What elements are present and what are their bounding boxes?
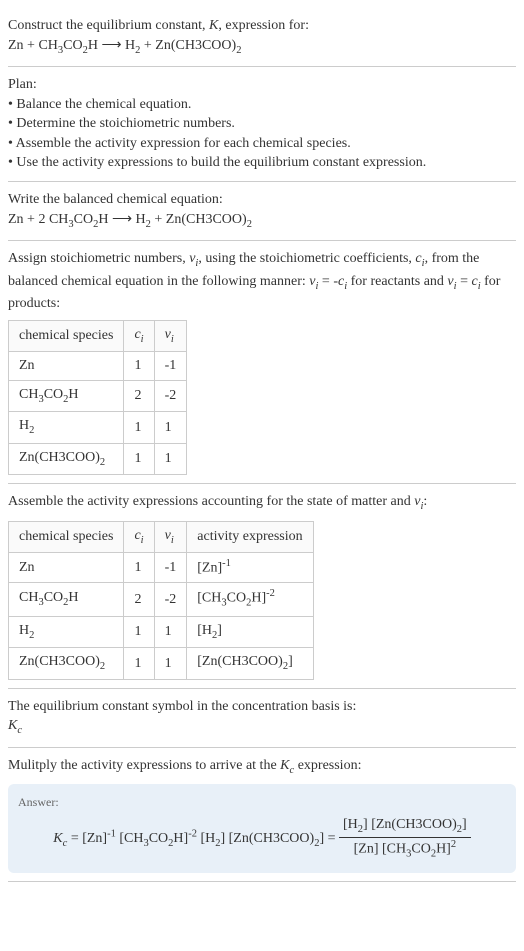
intro-section: Construct the equilibrium constant, K, e… xyxy=(8,8,516,67)
stoich-intro: Assign stoichiometric numbers, νi, using… xyxy=(8,249,516,314)
cell-expr: [Zn]-1 xyxy=(187,553,313,583)
col-nu: νi xyxy=(154,320,187,351)
table-header-row: chemical species ci νi activity expressi… xyxy=(9,521,314,552)
cell-nu: 1 xyxy=(154,443,187,474)
plan-item: • Assemble the activity expression for e… xyxy=(8,134,516,154)
symbol-kc: Kc xyxy=(8,716,516,738)
plan-item: • Use the activity expressions to build … xyxy=(8,153,516,173)
cell-nu: -1 xyxy=(154,352,187,381)
table-row: Zn 1 -1 xyxy=(9,352,187,381)
cell-c: 1 xyxy=(124,553,154,583)
cell-nu: -1 xyxy=(154,553,187,583)
cell-c: 1 xyxy=(124,412,154,443)
cell-expr: [H2] xyxy=(187,616,313,647)
symbol-text: The equilibrium constant symbol in the c… xyxy=(8,697,516,717)
table-row: H2 1 1 xyxy=(9,412,187,443)
plan-section: Plan: • Balance the chemical equation. •… xyxy=(8,67,516,182)
table-row: H2 1 1 [H2] xyxy=(9,616,314,647)
intro-title: Construct the equilibrium constant, K, e… xyxy=(8,16,516,36)
cell-species: Zn(CH3COO)2 xyxy=(9,443,124,474)
cell-species: CH3CO2H xyxy=(9,583,124,616)
col-c: ci xyxy=(124,320,154,351)
activity-table: chemical species ci νi activity expressi… xyxy=(8,521,314,680)
cell-c: 1 xyxy=(124,616,154,647)
cell-nu: 1 xyxy=(154,616,187,647)
cell-nu: -2 xyxy=(154,380,187,411)
plan-heading: Plan: xyxy=(8,75,516,95)
table-row: Zn(CH3COO)2 1 1 xyxy=(9,443,187,474)
table-row: Zn(CH3COO)2 1 1 [Zn(CH3COO)2] xyxy=(9,648,314,679)
col-expr: activity expression xyxy=(187,521,313,552)
cell-nu: 1 xyxy=(154,412,187,443)
cell-c: 1 xyxy=(124,648,154,679)
table-row: CH3CO2H 2 -2 xyxy=(9,380,187,411)
balanced-section: Write the balanced chemical equation: Zn… xyxy=(8,182,516,241)
table-header-row: chemical species ci νi xyxy=(9,320,187,351)
col-species: chemical species xyxy=(9,320,124,351)
cell-species: Zn(CH3COO)2 xyxy=(9,648,124,679)
answer-equation: Kc = [Zn]-1 [CH3CO2H]-2 [H2] [Zn(CH3COO)… xyxy=(18,815,506,863)
table-row: Zn 1 -1 [Zn]-1 xyxy=(9,553,314,583)
col-species: chemical species xyxy=(9,521,124,552)
plan-item: • Determine the stoichiometric numbers. xyxy=(8,114,516,134)
plan-item: • Balance the chemical equation. xyxy=(8,95,516,115)
cell-species: CH3CO2H xyxy=(9,380,124,411)
stoich-section: Assign stoichiometric numbers, νi, using… xyxy=(8,241,516,484)
symbol-section: The equilibrium constant symbol in the c… xyxy=(8,689,516,748)
cell-c: 1 xyxy=(124,443,154,474)
cell-species: Zn xyxy=(9,352,124,381)
cell-nu: 1 xyxy=(154,648,187,679)
balanced-heading: Write the balanced chemical equation: xyxy=(8,190,516,210)
table-row: CH3CO2H 2 -2 [CH3CO2H]-2 xyxy=(9,583,314,616)
activity-section: Assemble the activity expressions accoun… xyxy=(8,484,516,688)
answer-box: Answer: Kc = [Zn]-1 [CH3CO2H]-2 [H2] [Zn… xyxy=(8,784,516,872)
cell-c: 2 xyxy=(124,583,154,616)
balanced-equation: Zn + 2 CH3CO2H ⟶ H2 + Zn(CH3COO)2 xyxy=(8,210,516,232)
cell-species: Zn xyxy=(9,553,124,583)
cell-species: H2 xyxy=(9,616,124,647)
cell-expr: [CH3CO2H]-2 xyxy=(187,583,313,616)
cell-nu: -2 xyxy=(154,583,187,616)
answer-label: Answer: xyxy=(18,794,506,811)
activity-intro: Assemble the activity expressions accoun… xyxy=(8,492,516,514)
multiply-section: Mulitply the activity expressions to arr… xyxy=(8,748,516,882)
multiply-text: Mulitply the activity expressions to arr… xyxy=(8,756,516,778)
cell-c: 2 xyxy=(124,380,154,411)
cell-c: 1 xyxy=(124,352,154,381)
stoich-table: chemical species ci νi Zn 1 -1 CH3CO2H 2… xyxy=(8,320,187,476)
cell-species: H2 xyxy=(9,412,124,443)
cell-expr: [Zn(CH3COO)2] xyxy=(187,648,313,679)
col-c: ci xyxy=(124,521,154,552)
col-nu: νi xyxy=(154,521,187,552)
intro-equation: Zn + CH3CO2H ⟶ H2 + Zn(CH3COO)2 xyxy=(8,36,516,58)
